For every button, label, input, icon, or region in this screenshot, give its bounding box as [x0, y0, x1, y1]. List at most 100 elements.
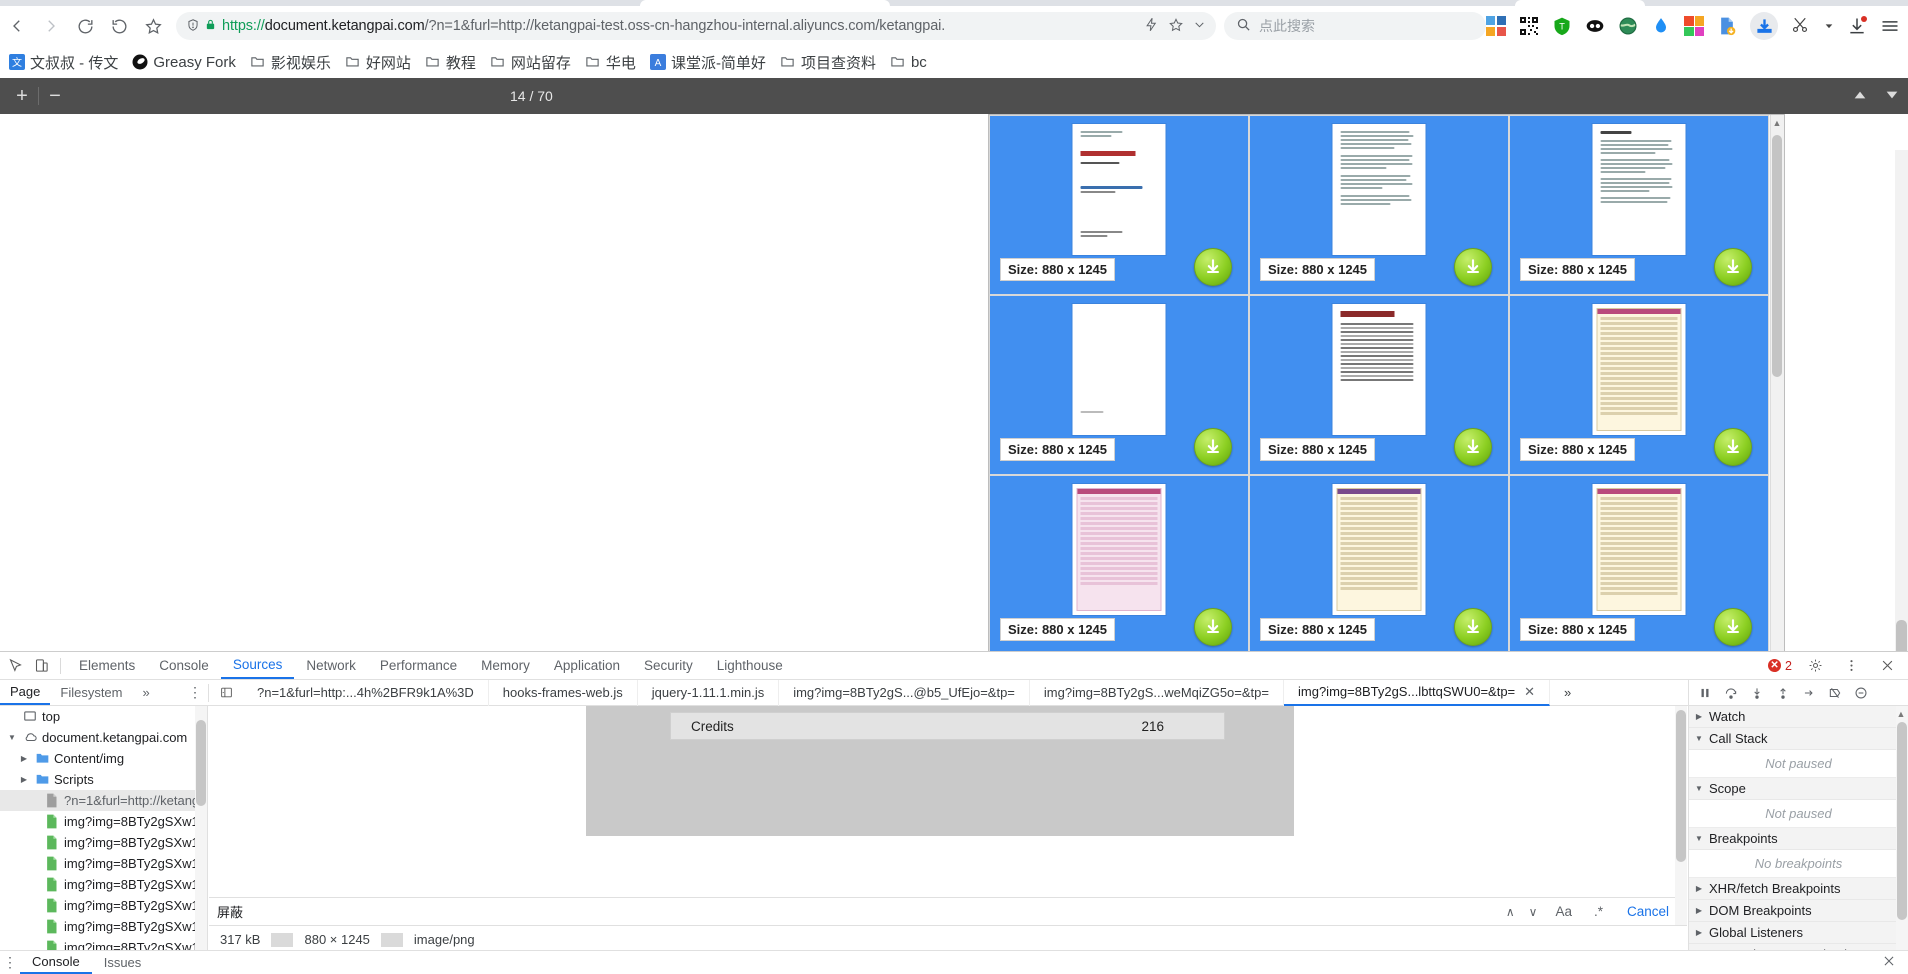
- address-bar[interactable]: https://document.ketangpai.com/?n=1&furl…: [176, 12, 1216, 40]
- tree-item-img[interactable]: img?img=8BTy2gSXw1lb4Eє: [0, 853, 207, 874]
- download-arrow-icon[interactable]: [1194, 608, 1232, 646]
- sidebar-section-breakpoints[interactable]: ▼ Breakpoints: [1689, 828, 1908, 850]
- image-grid-cell[interactable]: Size: 880 x 1245: [1509, 475, 1769, 651]
- water-drop-icon[interactable]: [1651, 16, 1671, 36]
- tab-performance[interactable]: Performance: [368, 652, 469, 679]
- menu-icon[interactable]: [1880, 16, 1900, 36]
- pause-on-exceptions-icon[interactable]: [1849, 681, 1873, 705]
- downloads-icon[interactable]: [1847, 16, 1867, 36]
- forward-icon[interactable]: [34, 9, 68, 43]
- drawer-tab-console[interactable]: Console: [20, 951, 92, 974]
- nav-tab-more[interactable]: »: [133, 680, 160, 705]
- tree-item-img[interactable]: img?img=8BTy2gSXw1lb4Eє: [0, 916, 207, 937]
- file-tab-jquery[interactable]: jquery-1.11.1.min.js: [638, 679, 780, 706]
- sidebar-section-watch[interactable]: ▶ Watch: [1689, 706, 1908, 728]
- page-info-shield-icon[interactable]: [186, 18, 200, 35]
- color-grid-icon[interactable]: [1684, 16, 1704, 36]
- shield-green-icon[interactable]: T: [1552, 16, 1572, 36]
- tab-security[interactable]: Security: [632, 652, 705, 679]
- scissors-icon[interactable]: [1791, 16, 1811, 36]
- bookmark-item-ketangpai[interactable]: A 课堂派-简单好: [643, 49, 773, 76]
- restore-session-icon[interactable]: [102, 9, 136, 43]
- download-arrow-icon[interactable]: [1194, 248, 1232, 286]
- image-grid-cell[interactable]: Size: 880 x 1245: [1249, 295, 1509, 475]
- tab-application[interactable]: Application: [542, 652, 632, 679]
- error-count-badge[interactable]: ✕ 2: [1768, 659, 1792, 673]
- bookmark-folder-haowangzhan[interactable]: 好网站: [338, 49, 418, 76]
- step-over-icon[interactable]: [1719, 681, 1743, 705]
- pdf-scrollbar[interactable]: [1895, 150, 1908, 651]
- tree-item-img[interactable]: img?img=8BTy2gSXw1lb4Eє: [0, 895, 207, 916]
- file-tab-img-2[interactable]: img?img=8BTy2gS...weMqiZG5o=&tp=: [1030, 679, 1284, 706]
- tree-item-scripts[interactable]: ▶ Scripts: [0, 769, 207, 790]
- tree-twisty[interactable]: ▼: [6, 733, 18, 742]
- tab-lighthouse[interactable]: Lighthouse: [705, 652, 795, 679]
- pause-script-icon[interactable]: [1693, 681, 1717, 705]
- download-arrow-icon[interactable]: [1454, 608, 1492, 646]
- preview-scrollbar-thumb[interactable]: [1676, 710, 1686, 862]
- zoom-in-button[interactable]: +: [6, 82, 38, 110]
- image-grid-cell[interactable]: Size: 880 x 1245: [1509, 295, 1769, 475]
- download-arrow-icon[interactable]: [1714, 428, 1752, 466]
- image-grid-cell[interactable]: Size: 880 x 1245: [1249, 115, 1509, 295]
- file-tab-img-1[interactable]: img?img=8BTy2gS...@b5_UfEjo=&tp=: [779, 679, 1030, 706]
- find-next-icon[interactable]: ∨: [1525, 905, 1542, 919]
- find-prev-icon[interactable]: ∧: [1502, 905, 1519, 919]
- bookmark-item-greasyfork[interactable]: Greasy Fork: [125, 51, 243, 74]
- tree-item-img[interactable]: img?img=8BTy2gSXw1lb4Eє: [0, 811, 207, 832]
- close-icon[interactable]: ✕: [1524, 684, 1535, 700]
- debugger-sidebar[interactable]: ▶ Watch ▼ Call Stack Not paused ▼ Scope …: [1688, 706, 1908, 974]
- image-grid-cell[interactable]: Size: 880 x 1245: [989, 295, 1249, 475]
- page-down-icon[interactable]: [1884, 87, 1900, 106]
- download-manager-icon[interactable]: [1750, 12, 1778, 40]
- scroll-up-icon[interactable]: ▲: [1895, 708, 1907, 720]
- step-into-icon[interactable]: [1745, 681, 1769, 705]
- tree-item-top[interactable]: top: [0, 706, 207, 727]
- file-tab-img-3[interactable]: img?img=8BTy2gS...lbttqSWU0=&tp= ✕: [1284, 679, 1551, 706]
- tab-network[interactable]: Network: [294, 652, 368, 679]
- match-case-button[interactable]: Aa: [1547, 904, 1580, 919]
- preview-scrollbar[interactable]: [1675, 706, 1687, 925]
- find-input[interactable]: 屏蔽: [217, 902, 1496, 922]
- overlay-scrollbar[interactable]: ▲ ▼: [1770, 115, 1784, 651]
- page-up-icon[interactable]: [1852, 87, 1868, 106]
- drawer-more-icon[interactable]: ⋮: [0, 954, 20, 971]
- bookmark-folder-xiangmuchaziliao[interactable]: 项目查资料: [773, 49, 883, 76]
- zoom-out-button[interactable]: −: [39, 82, 71, 110]
- nav-tab-filesystem[interactable]: Filesystem: [50, 680, 132, 705]
- sidebar-section-scope[interactable]: ▼ Scope: [1689, 778, 1908, 800]
- scroll-up-icon[interactable]: ▲: [1771, 117, 1783, 129]
- deactivate-breakpoints-icon[interactable]: [1823, 681, 1847, 705]
- microsoft-squares-icon[interactable]: [1486, 16, 1506, 36]
- two-dots-icon[interactable]: [1585, 16, 1605, 36]
- download-arrow-icon[interactable]: [1714, 608, 1752, 646]
- download-arrow-icon[interactable]: [1714, 248, 1752, 286]
- reload-icon[interactable]: [68, 9, 102, 43]
- regex-button[interactable]: .*: [1586, 904, 1611, 919]
- file-tab-hooks-frames[interactable]: hooks-frames-web.js: [489, 679, 638, 706]
- chevron-down-icon[interactable]: [1193, 18, 1206, 34]
- bookmark-folder-huadian[interactable]: 华电: [578, 49, 643, 76]
- bookmark-folder-bc[interactable]: bc: [883, 51, 934, 74]
- sidebar-scrollbar-thumb[interactable]: [1897, 722, 1907, 920]
- navigator-scrollbar[interactable]: [195, 706, 207, 974]
- tab-memory[interactable]: Memory: [469, 652, 542, 679]
- tree-item-domain[interactable]: ▼ document.ketangpai.com: [0, 727, 207, 748]
- search-input[interactable]: 点此搜索: [1224, 12, 1486, 40]
- navigator-scrollbar-thumb[interactable]: [196, 720, 206, 806]
- qr-code-icon[interactable]: [1519, 16, 1539, 36]
- settings-gear-icon[interactable]: [1802, 653, 1828, 679]
- sources-content-preview[interactable]: Credits 216 屏蔽 ∧ ∨ Aa .* Cancel 317 kB 8…: [209, 706, 1687, 974]
- tree-twisty[interactable]: ▶: [18, 754, 30, 763]
- image-grid-cell[interactable]: Size: 880 x 1245: [989, 475, 1249, 651]
- step-out-icon[interactable]: [1771, 681, 1795, 705]
- bookmark-folder-jiaocheng[interactable]: 教程: [418, 49, 483, 76]
- tab-console[interactable]: Console: [147, 652, 221, 679]
- image-grid-cell[interactable]: Size: 880 x 1245: [989, 115, 1249, 295]
- tree-item-main-document[interactable]: ?n=1&furl=http://ketangpa: [0, 790, 207, 811]
- tab-sources[interactable]: Sources: [220, 652, 295, 679]
- sidebar-scrollbar[interactable]: ▲ ▼: [1896, 706, 1908, 974]
- chevron-down-ext-icon[interactable]: [1824, 19, 1834, 34]
- back-icon[interactable]: [0, 9, 34, 43]
- image-downloader-overlay[interactable]: Size: 880 x 1245 Size: 880 x 1245 Size: …: [988, 114, 1785, 651]
